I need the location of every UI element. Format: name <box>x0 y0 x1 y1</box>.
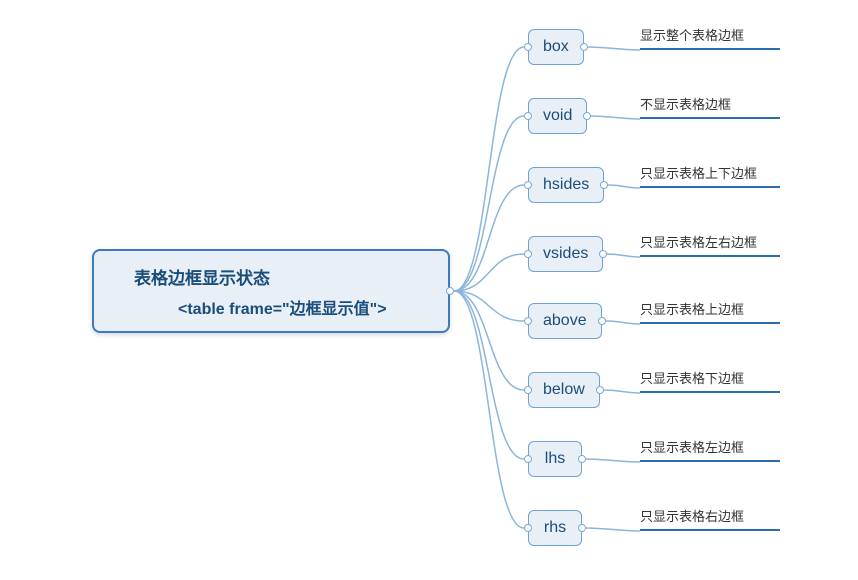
desc-label-below: 只显示表格下边框 <box>640 368 780 393</box>
child-right-dot <box>599 250 607 258</box>
desc-label-void: 不显示表格边框 <box>640 94 780 119</box>
child-right-dot <box>583 112 591 120</box>
child-right-dot <box>598 317 606 325</box>
child-node-vsides[interactable]: vsides <box>528 236 603 272</box>
child-left-dot <box>524 524 532 532</box>
child-right-dot <box>578 524 586 532</box>
desc-label-hsides: 只显示表格上下边框 <box>640 163 780 188</box>
child-left-dot <box>524 455 532 463</box>
child-left-dot <box>524 43 532 51</box>
child-left-dot <box>524 181 532 189</box>
root-title: 表格边框显示状态 <box>134 264 448 289</box>
desc-label-vsides: 只显示表格左右边框 <box>640 232 780 257</box>
desc-label-above: 只显示表格上边框 <box>640 299 780 324</box>
child-left-dot <box>524 250 532 258</box>
root-connector-dot <box>446 287 454 295</box>
child-right-dot <box>596 386 604 394</box>
child-node-hsides[interactable]: hsides <box>528 167 604 203</box>
child-left-dot <box>524 317 532 325</box>
desc-label-rhs: 只显示表格右边框 <box>640 506 780 531</box>
child-node-void[interactable]: void <box>528 98 587 134</box>
child-node-above[interactable]: above <box>528 303 602 339</box>
child-node-lhs[interactable]: lhs <box>528 441 582 477</box>
child-node-below[interactable]: below <box>528 372 600 408</box>
child-left-dot <box>524 386 532 394</box>
child-right-dot <box>578 455 586 463</box>
child-right-dot <box>600 181 608 189</box>
root-subtitle: <table frame="边框显示值"> <box>134 295 448 319</box>
root-node[interactable]: 表格边框显示状态 <table frame="边框显示值"> <box>92 249 450 333</box>
child-left-dot <box>524 112 532 120</box>
child-node-rhs[interactable]: rhs <box>528 510 582 546</box>
child-right-dot <box>580 43 588 51</box>
child-node-box[interactable]: box <box>528 29 584 65</box>
desc-label-lhs: 只显示表格左边框 <box>640 437 780 462</box>
desc-label-box: 显示整个表格边框 <box>640 25 780 50</box>
